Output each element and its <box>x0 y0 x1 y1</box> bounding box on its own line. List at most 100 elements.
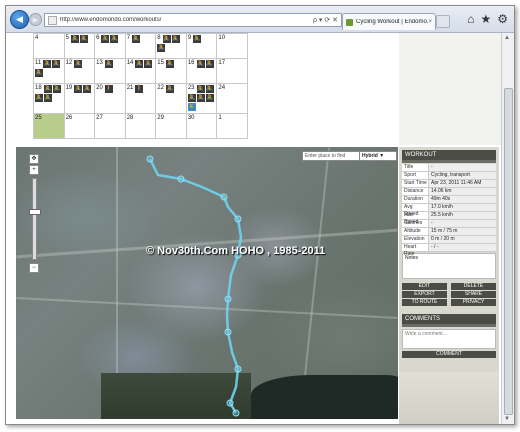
delete-button[interactable]: DELETE <box>451 283 496 290</box>
cycling-workout-icon[interactable]: 🚴 <box>44 94 52 102</box>
calendar-day-cell[interactable]: 9 🚴 <box>185 33 218 59</box>
zoom-out-button[interactable]: − <box>29 263 39 273</box>
comment-input[interactable]: Write a comment... <box>402 329 496 349</box>
calendar-day-cell[interactable]: 8 🚴 🚴🚴 <box>155 33 187 59</box>
calendar-day-cell[interactable]: 14 🚴 🚴 <box>124 58 157 84</box>
walking-workout-icon[interactable]: 🚶 <box>104 85 113 93</box>
calendar-day-cell[interactable]: 27 <box>94 113 126 139</box>
calendar-day-cell[interactable]: 22 🚴 <box>155 83 187 114</box>
edit-button[interactable]: EDIT <box>402 283 447 290</box>
route-waypoint[interactable] <box>234 365 242 373</box>
gear-icon[interactable]: ⚙ <box>497 12 508 26</box>
calendar-day-cell[interactable]: 5 🚴 🚴 <box>63 33 96 59</box>
comments-header-handle[interactable] <box>402 324 496 327</box>
cycling-workout-icon[interactable]: 🚴 <box>101 35 110 43</box>
address-controls[interactable]: ρ ▾ ⟳ ✕ <box>313 16 338 24</box>
calendar-day-cell[interactable]: 19 🚴 🚴 <box>63 83 96 114</box>
calendar-day-cell[interactable]: 11 🚴 🚴🚴 <box>33 58 65 84</box>
route-waypoint[interactable] <box>224 295 232 303</box>
address-url[interactable]: http://www.endomondo.com/workouts/ <box>60 17 313 23</box>
route-waypoint[interactable] <box>232 409 240 417</box>
route-waypoint[interactable] <box>226 399 234 407</box>
cycling-workout-icon[interactable]: 🚴 <box>83 85 92 93</box>
cycling-workout-icon[interactable]: 🚴 <box>35 94 43 102</box>
calendar-day-cell[interactable]: 6 🚴 🚴 <box>94 33 126 59</box>
map-zoom-control[interactable]: ✥ + − <box>24 153 44 274</box>
calendar-day-cell[interactable]: 28 <box>124 113 157 139</box>
new-tab-button[interactable] <box>436 15 450 28</box>
cycling-workout-icon[interactable]: 🚴 <box>171 35 180 43</box>
share-button[interactable]: SHARE <box>451 291 496 298</box>
cycling-workout-icon[interactable]: 🚴 <box>74 85 83 93</box>
export-button[interactable]: EXPORT <box>402 291 447 298</box>
cycling-workout-icon[interactable]: 🚴 <box>43 85 52 93</box>
route-map[interactable]: ✥ + − Enter place to find Hybrid ▼ © Nov… <box>16 147 398 419</box>
cycling-workout-icon[interactable]: 🚴 <box>35 69 43 77</box>
cycling-workout-icon[interactable]: 🚴 <box>52 85 61 93</box>
scroll-thumb[interactable] <box>504 88 513 415</box>
route-waypoint[interactable] <box>146 155 154 163</box>
route-waypoint[interactable] <box>224 328 232 336</box>
calendar-day-cell[interactable]: 18 🚴 🚴🚴 🚴 <box>33 83 65 114</box>
calendar-day-cell[interactable]: 1 <box>216 113 248 139</box>
tab-close-icon[interactable]: × <box>428 19 432 25</box>
cycling-workout-icon[interactable]: 🚴 <box>135 60 144 68</box>
calendar-day-cell[interactable]: 24 <box>216 83 248 114</box>
calendar-day-cell[interactable]: 13 🚴 <box>94 58 126 84</box>
zoom-slider-handle[interactable] <box>28 209 41 215</box>
cycling-workout-icon[interactable]: 🚴 <box>165 85 174 93</box>
calendar-day-cell[interactable]: 21 🚶 <box>124 83 157 114</box>
cycling-workout-icon[interactable]: 🚴 <box>196 60 205 68</box>
cycling-workout-icon[interactable]: 🚴 <box>205 60 214 68</box>
calendar-day-cell[interactable]: 10 <box>216 33 248 59</box>
to-route-button[interactable]: TO ROUTE <box>402 299 447 306</box>
scroll-down-icon[interactable]: ▼ <box>504 416 510 422</box>
map-type-select[interactable]: Hybrid ▼ <box>359 151 397 161</box>
cycling-workout-icon[interactable]: 🚴 <box>157 44 166 52</box>
cycling-workout-icon[interactable]: 🚴 <box>162 35 171 43</box>
cycling-workout-icon[interactable]: 🚴 <box>196 94 205 102</box>
cycling-workout-icon[interactable]: 🚴 <box>79 35 88 43</box>
calendar-day-cell[interactable]: 17 <box>216 58 248 84</box>
calendar-day-cell[interactable]: 23 🚴 🚴🚴 🚴 🚴🚴 <box>185 83 218 114</box>
calendar-day-cell[interactable]: 29 <box>155 113 187 139</box>
zoom-in-button[interactable]: + <box>29 165 39 175</box>
cycling-workout-icon[interactable]: 🚴 <box>205 85 214 93</box>
calendar-day-cell[interactable]: 25 <box>33 113 65 139</box>
cycling-workout-icon[interactable]: 🚴 <box>196 85 205 93</box>
cycling-workout-icon[interactable]: 🚴 <box>205 94 214 102</box>
calendar-day-cell[interactable]: 7 🚴 <box>124 33 157 59</box>
calendar-day-cell[interactable]: 20 🚶 <box>94 83 126 114</box>
route-waypoint[interactable] <box>220 193 228 201</box>
walking-workout-icon[interactable]: 🚶 <box>135 85 144 93</box>
cycling-workout-icon[interactable]: 🚴 <box>74 60 83 68</box>
cycling-workout-icon[interactable]: 🚴 <box>52 60 61 68</box>
cycling-workout-icon[interactable]: 🚴 <box>104 60 113 68</box>
calendar-day-cell[interactable]: 16 🚴 🚴 <box>185 58 218 84</box>
favorites-star-icon[interactable]: ★ <box>480 12 491 26</box>
comment-button[interactable]: COMMENT <box>402 351 496 358</box>
map-search-input[interactable]: Enter place to find <box>302 151 360 161</box>
calendar-day-cell[interactable]: 30 <box>185 113 218 139</box>
route-waypoint[interactable] <box>177 175 185 183</box>
cycling-workout-icon[interactable]: 🚴 <box>193 35 202 43</box>
route-waypoint[interactable] <box>234 215 242 223</box>
cycling-workout-icon[interactable]: 🚴 <box>43 60 52 68</box>
address-bar[interactable]: http://www.endomondo.com/workouts/ ρ ▾ ⟳… <box>44 13 342 27</box>
scroll-up-icon[interactable]: ▲ <box>504 35 510 41</box>
cycling-workout-icon[interactable]: 🚴 <box>165 60 174 68</box>
cycling-workout-icon[interactable]: 🚴 <box>110 35 119 43</box>
calendar-day-cell[interactable]: 4 <box>33 33 65 59</box>
calendar-day-cell[interactable]: 26 <box>63 113 96 139</box>
cycling-workout-icon[interactable]: 🚴 <box>187 103 196 111</box>
calendar-day-cell[interactable]: 15 🚴 <box>155 58 187 84</box>
cycling-workout-icon[interactable]: 🚴 <box>187 94 196 102</box>
calendar-day-cell[interactable]: 12 🚴 <box>63 58 96 84</box>
cycling-workout-icon[interactable]: 🚴 <box>144 60 153 68</box>
privacy-button[interactable]: PRIVACY <box>451 299 496 306</box>
cycling-workout-icon[interactable]: 🚴 <box>70 35 79 43</box>
page-scrollbar[interactable]: ▲ ▼ <box>501 33 514 424</box>
workout-header-handle[interactable] <box>402 160 496 163</box>
map-pan-icon[interactable]: ✥ <box>29 154 39 164</box>
cycling-workout-icon[interactable]: 🚴 <box>132 35 141 43</box>
